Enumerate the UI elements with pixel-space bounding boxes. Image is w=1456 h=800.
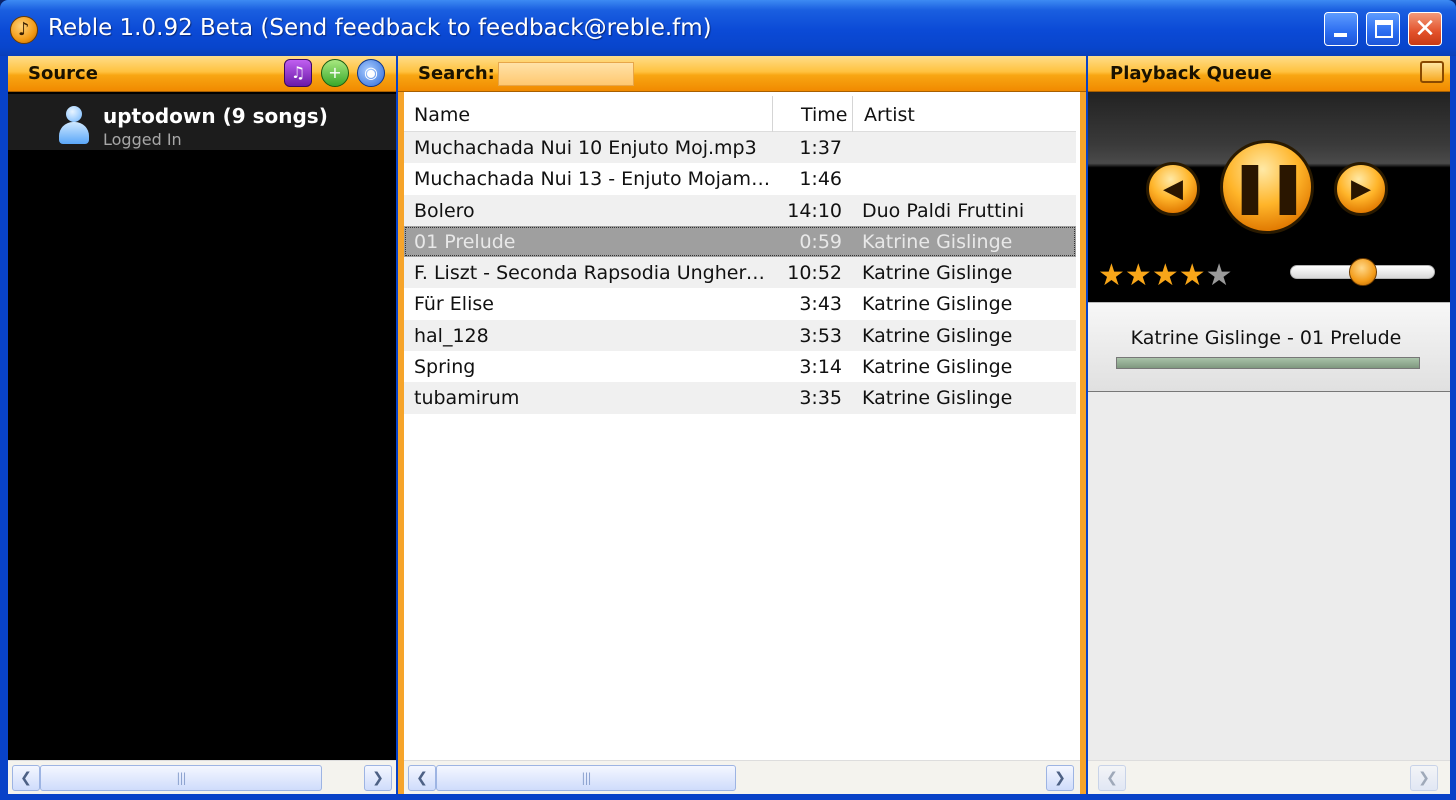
library-hscrollbar[interactable]: ❮ ||| ❯ [404, 760, 1080, 794]
track-progress-bar[interactable] [1116, 357, 1420, 369]
song-time: 0:59 [799, 230, 842, 253]
queue-hscrollbar[interactable]: ❮ ❯ [1088, 760, 1450, 794]
source-item-status: Logged In [103, 130, 182, 149]
scroll-left-button[interactable]: ❮ [408, 765, 436, 791]
pause-button[interactable]: ❚❚ [1220, 140, 1314, 234]
song-row[interactable]: Spring 3:14 Katrine Gislinge [404, 351, 1076, 383]
web-radio-icon[interactable]: ◉ [357, 59, 385, 87]
search-header: Search: [398, 56, 1086, 92]
previous-button[interactable]: ◀ [1146, 162, 1200, 216]
search-input[interactable] [498, 62, 634, 86]
rating-stars[interactable]: ★★★★★ [1098, 258, 1233, 293]
scroll-right-button[interactable]: ❯ [1410, 765, 1438, 791]
source-item-uptodown[interactable]: uptodown (9 songs) Logged In [8, 94, 396, 150]
source-panel: Source ♫ + ◉ uptodown (9 songs) Logged I… [8, 56, 396, 794]
song-artist: Katrine Gislinge [862, 356, 1013, 379]
song-row[interactable]: Bolero 14:10 Duo Paldi Fruttini [404, 194, 1076, 226]
song-time: 10:52 [787, 262, 842, 285]
maximize-button[interactable] [1366, 12, 1400, 46]
song-time: 3:14 [799, 356, 842, 379]
song-time: 1:46 [799, 168, 842, 191]
song-row[interactable]: tubamirum 3:35 Katrine Gislinge [404, 382, 1076, 414]
player-controls: ◀ ❚❚ ▶ ★★★★★ [1088, 92, 1450, 302]
now-playing-text: Katrine Gislinge - 01 Prelude [1130, 327, 1402, 349]
song-name: Muchachada Nui 13 - Enjuto Mojamut... [414, 168, 772, 191]
playback-panel: Playback Queue ◀ ❚❚ ▶ ★★★★★ Katrine Gisl… [1088, 56, 1450, 794]
song-time: 3:35 [799, 387, 842, 410]
song-artist: Duo Paldi Fruttini [862, 199, 1025, 222]
song-artist: Katrine Gislinge [862, 230, 1013, 253]
song-table-header: Name Time Artist [404, 96, 1076, 132]
window-toggle-icon[interactable] [1420, 61, 1444, 83]
playback-header-label: Playback Queue [1110, 63, 1272, 84]
scroll-thumb[interactable]: ||| [40, 765, 322, 791]
column-header-name[interactable]: Name [414, 104, 470, 126]
song-row[interactable]: Muchachada Nui 13 - Enjuto Mojamut... 1:… [404, 163, 1076, 195]
now-playing-box: Katrine Gislinge - 01 Prelude [1088, 302, 1450, 392]
music-store-icon[interactable]: ♫ [284, 59, 312, 87]
column-separator[interactable] [772, 96, 773, 132]
song-row[interactable]: F. Liszt - Seconda Rapsodia Ungherese 10… [404, 257, 1076, 289]
pause-icon: ❚❚ [1229, 157, 1309, 215]
song-name: Spring [414, 356, 476, 379]
source-header-label: Source [28, 63, 98, 84]
minimize-icon [1334, 33, 1347, 37]
next-icon: ▶ [1351, 174, 1371, 204]
previous-icon: ◀ [1163, 174, 1183, 204]
star-icon[interactable]: ★ [1098, 258, 1125, 293]
column-header-artist[interactable]: Artist [864, 104, 915, 126]
source-panel-header: Source ♫ + ◉ [8, 56, 396, 92]
song-time: 3:53 [799, 324, 842, 347]
star-icon[interactable]: ★ [1206, 258, 1233, 293]
song-name: Für Elise [414, 293, 494, 316]
star-icon[interactable]: ★ [1152, 258, 1179, 293]
song-row[interactable]: Für Elise 3:43 Katrine Gislinge [404, 288, 1076, 320]
volume-knob[interactable] [1348, 258, 1377, 286]
song-name: Bolero [414, 199, 475, 222]
song-list: Muchachada Nui 10 Enjuto Moj.mp3 1:37 Mu… [404, 132, 1076, 414]
song-name: Muchachada Nui 10 Enjuto Moj.mp3 [414, 137, 757, 159]
song-name: 01 Prelude [414, 230, 516, 253]
scroll-left-button[interactable]: ❮ [1098, 765, 1126, 791]
scroll-thumb[interactable]: ||| [436, 765, 736, 791]
scroll-right-button[interactable]: ❯ [1046, 765, 1074, 791]
song-row[interactable]: hal_128 3:53 Katrine Gislinge [404, 319, 1076, 352]
song-name: F. Liszt - Seconda Rapsodia Ungherese [414, 262, 772, 285]
scroll-left-button[interactable]: ❮ [12, 765, 40, 791]
close-button[interactable]: ✕ [1408, 12, 1442, 46]
scroll-right-button[interactable]: ❯ [364, 765, 392, 791]
search-label: Search: [418, 63, 495, 84]
maximize-icon [1375, 20, 1393, 38]
song-time: 1:37 [799, 137, 842, 159]
source-hscrollbar[interactable]: ❮ ||| ❯ [8, 760, 396, 794]
window-title: Reble 1.0.92 Beta (Send feedback to feed… [48, 15, 712, 41]
song-name: hal_128 [414, 324, 489, 347]
star-icon[interactable]: ★ [1179, 258, 1206, 293]
user-icon [58, 106, 90, 146]
star-icon[interactable]: ★ [1125, 258, 1152, 293]
add-user-icon[interactable]: + [321, 59, 349, 87]
song-artist: Katrine Gislinge [862, 387, 1013, 410]
app-window: Reble 1.0.92 Beta (Send feedback to feed… [0, 0, 1456, 800]
song-name: tubamirum [414, 387, 520, 410]
column-separator[interactable] [852, 96, 853, 132]
music-note-icon [10, 16, 38, 44]
library-panel: Search: Name Time Artist Muchachada Nui … [398, 56, 1086, 794]
source-item-name: uptodown (9 songs) [103, 104, 328, 128]
song-artist: Katrine Gislinge [862, 293, 1013, 316]
next-button[interactable]: ▶ [1334, 162, 1388, 216]
close-icon: ✕ [1414, 14, 1436, 44]
song-row-selected[interactable]: 01 Prelude 0:59 Katrine Gislinge [404, 225, 1076, 258]
song-time: 3:43 [799, 293, 842, 316]
minimize-button[interactable] [1324, 12, 1358, 46]
column-header-time[interactable]: Time [801, 104, 848, 126]
song-artist: Katrine Gislinge [862, 324, 1013, 347]
song-row[interactable]: Muchachada Nui 10 Enjuto Moj.mp3 1:37 [404, 132, 1076, 164]
song-time: 14:10 [787, 199, 842, 222]
song-artist: Katrine Gislinge [862, 262, 1013, 285]
playback-panel-header: Playback Queue [1088, 56, 1450, 92]
playback-queue-list[interactable] [1088, 392, 1450, 760]
title-bar[interactable]: Reble 1.0.92 Beta (Send feedback to feed… [0, 0, 1456, 56]
